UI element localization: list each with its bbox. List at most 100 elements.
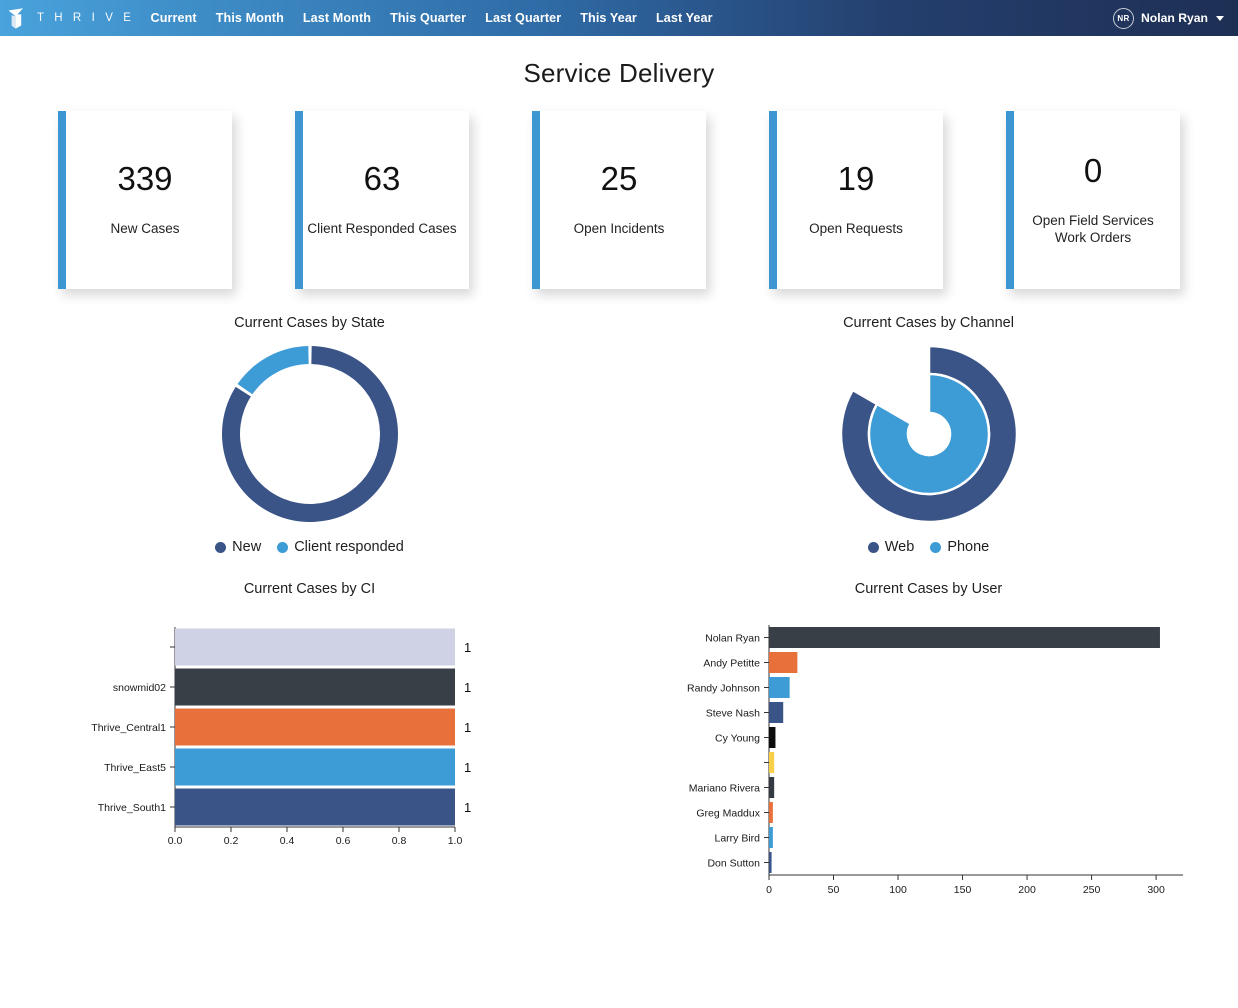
user-name-label: Nolan Ryan <box>1140 11 1208 25</box>
charts-region: Current Cases by State New Client respon… <box>0 315 1238 919</box>
chart-cases-by-state: Current Cases by State New Client respon… <box>0 315 619 555</box>
bar-chart-row: Current Cases by CI 1 snowmid02 1 Thrive_Ce… <box>0 581 1238 919</box>
kpi-card-open-requests[interactable]: 19 Open Requests <box>769 111 943 289</box>
chart-title: Current Cases by CI <box>243 581 376 597</box>
donut-svg <box>221 346 398 522</box>
kpi-value: 63 <box>363 160 401 198</box>
x-tick-label: 0.6 <box>335 835 350 847</box>
kpi-accent-bar <box>1006 111 1014 289</box>
legend-item-web[interactable]: Web <box>867 539 915 555</box>
donut-chart-canvas[interactable] <box>215 339 405 529</box>
x-tick-label: 150 <box>953 884 971 896</box>
bar[interactable] <box>768 777 774 798</box>
x-tick-label: 0.8 <box>391 835 406 847</box>
nav-item-last-month[interactable]: Last Month <box>303 11 371 25</box>
kpi-label: Open Incidents <box>573 221 665 237</box>
y-tick-label: Cy Young <box>715 733 760 745</box>
top-navigation-bar: T H R I V E Current This Month Last Mont… <box>0 0 1238 36</box>
bar[interactable] <box>768 852 772 873</box>
bar[interactable] <box>768 677 790 698</box>
bar[interactable] <box>768 827 773 848</box>
y-tick-label: Randy Johnson <box>687 683 760 695</box>
x-tick-label: 300 <box>1147 884 1165 896</box>
y-tick-label: Mariano Rivera <box>688 783 759 795</box>
bar[interactable] <box>174 628 455 666</box>
chart-title: Current Cases by User <box>854 581 1003 597</box>
bar[interactable] <box>768 727 775 748</box>
x-tick-label: 0.0 <box>167 835 182 847</box>
kpi-card-open-incidents[interactable]: 25 Open Incidents <box>532 111 706 289</box>
x-tick-label: 100 <box>889 884 907 896</box>
radial-chart-canvas[interactable] <box>834 339 1024 529</box>
legend-label: Web <box>884 539 915 555</box>
bar[interactable] <box>768 627 1160 648</box>
period-nav: Current This Month Last Month This Quart… <box>151 11 713 25</box>
legend-label: Client responded <box>294 539 404 555</box>
legend-item-client-responded[interactable]: Client responded <box>277 539 404 555</box>
kpi-card-client-responded-cases[interactable]: 63 Client Responded Cases <box>295 111 469 289</box>
chart-cases-by-channel: Current Cases by Channel Web Phone <box>619 315 1238 555</box>
kpi-value: 25 <box>600 160 638 198</box>
legend-item-new[interactable]: New <box>215 539 261 555</box>
legend-color-swatch <box>867 541 879 553</box>
user-menu[interactable]: NR Nolan Ryan <box>1112 7 1228 29</box>
kpi-label: New Cases <box>110 221 180 237</box>
donut-slice-client-responded[interactable] <box>237 346 309 395</box>
kpi-accent-bar <box>58 111 66 289</box>
bar-chart-canvas[interactable]: 1 snowmid02 1 Thrive_Central1 1 Thrive_East5 1… <box>30 619 590 869</box>
legend-item-phone[interactable]: Phone <box>930 539 989 555</box>
bar[interactable] <box>768 702 783 723</box>
y-tick-label: Thrive_South1 <box>97 802 165 814</box>
brand-logo[interactable]: T H R I V E <box>6 5 135 31</box>
kpi-value: 339 <box>117 160 173 198</box>
chevron-down-icon <box>1216 15 1224 21</box>
bar-chart-svg: 1 snowmid02 1 Thrive_Central1 1 Thrive_East5 1… <box>91 627 471 847</box>
bar[interactable] <box>174 788 455 826</box>
bar-chart-canvas[interactable]: Nolan Ryan Andy Petitte Randy Johnson Steve… <box>669 619 1189 919</box>
nav-item-this-year[interactable]: This Year <box>580 11 637 25</box>
kpi-accent-bar <box>532 111 540 289</box>
avatar: NR <box>1112 7 1134 29</box>
kpi-value: 19 <box>837 160 875 198</box>
bar[interactable] <box>768 752 774 773</box>
bar[interactable] <box>174 748 455 786</box>
radial-svg <box>839 344 1018 524</box>
bar-value-label: 1 <box>464 640 471 655</box>
bar[interactable] <box>174 668 455 706</box>
chart-cases-by-user: Current Cases by User Nolan Ryan Andy Pet… <box>619 581 1238 919</box>
chart-legend: Web Phone <box>867 539 989 555</box>
bar[interactable] <box>174 708 455 746</box>
bar[interactable] <box>768 652 797 673</box>
nav-item-this-quarter[interactable]: This Quarter <box>390 11 466 25</box>
chart-title: Current Cases by Channel <box>843 315 1014 331</box>
y-tick-label: Nolan Ryan <box>705 633 760 645</box>
chart-cases-by-ci: Current Cases by CI 1 snowmid02 1 Thrive_Ce… <box>0 581 619 919</box>
x-tick-label: 200 <box>1018 884 1036 896</box>
x-tick-label: 50 <box>827 884 839 896</box>
nav-item-last-quarter[interactable]: Last Quarter <box>485 11 561 25</box>
legend-color-swatch <box>277 541 289 553</box>
legend-label: New <box>232 539 262 555</box>
kpi-card-open-field-services-work-orders[interactable]: 0 Open Field Services Work Orders <box>1006 111 1180 289</box>
kpi-accent-bar <box>295 111 303 289</box>
nav-item-current[interactable]: Current <box>151 11 197 25</box>
chart-legend: New Client responded <box>215 539 404 555</box>
y-tick-label: snowmid02 <box>112 682 165 694</box>
bar-chart-svg: Nolan Ryan Andy Petitte Randy Johnson Steve… <box>687 625 1183 896</box>
brand-wordmark: T H R I V E <box>37 12 135 24</box>
page-title: Service Delivery <box>523 58 715 88</box>
kpi-accent-bar <box>769 111 777 289</box>
radial-center-hole <box>922 428 935 440</box>
kpi-value: 0 <box>1083 151 1103 189</box>
y-tick-label: Andy Petitte <box>703 658 760 670</box>
chart-title: Current Cases by State <box>234 315 385 331</box>
y-tick-label: Larry Bird <box>714 833 760 845</box>
bar-value-label: 1 <box>464 720 471 735</box>
x-tick-label: 0.2 <box>223 835 238 847</box>
y-tick-label: Don Sutton <box>707 858 760 870</box>
kpi-card-new-cases[interactable]: 339 New Cases <box>58 111 232 289</box>
bar[interactable] <box>768 802 773 823</box>
x-tick-label: 1.0 <box>447 835 462 847</box>
nav-item-this-month[interactable]: This Month <box>216 11 284 25</box>
nav-item-last-year[interactable]: Last Year <box>656 11 713 25</box>
